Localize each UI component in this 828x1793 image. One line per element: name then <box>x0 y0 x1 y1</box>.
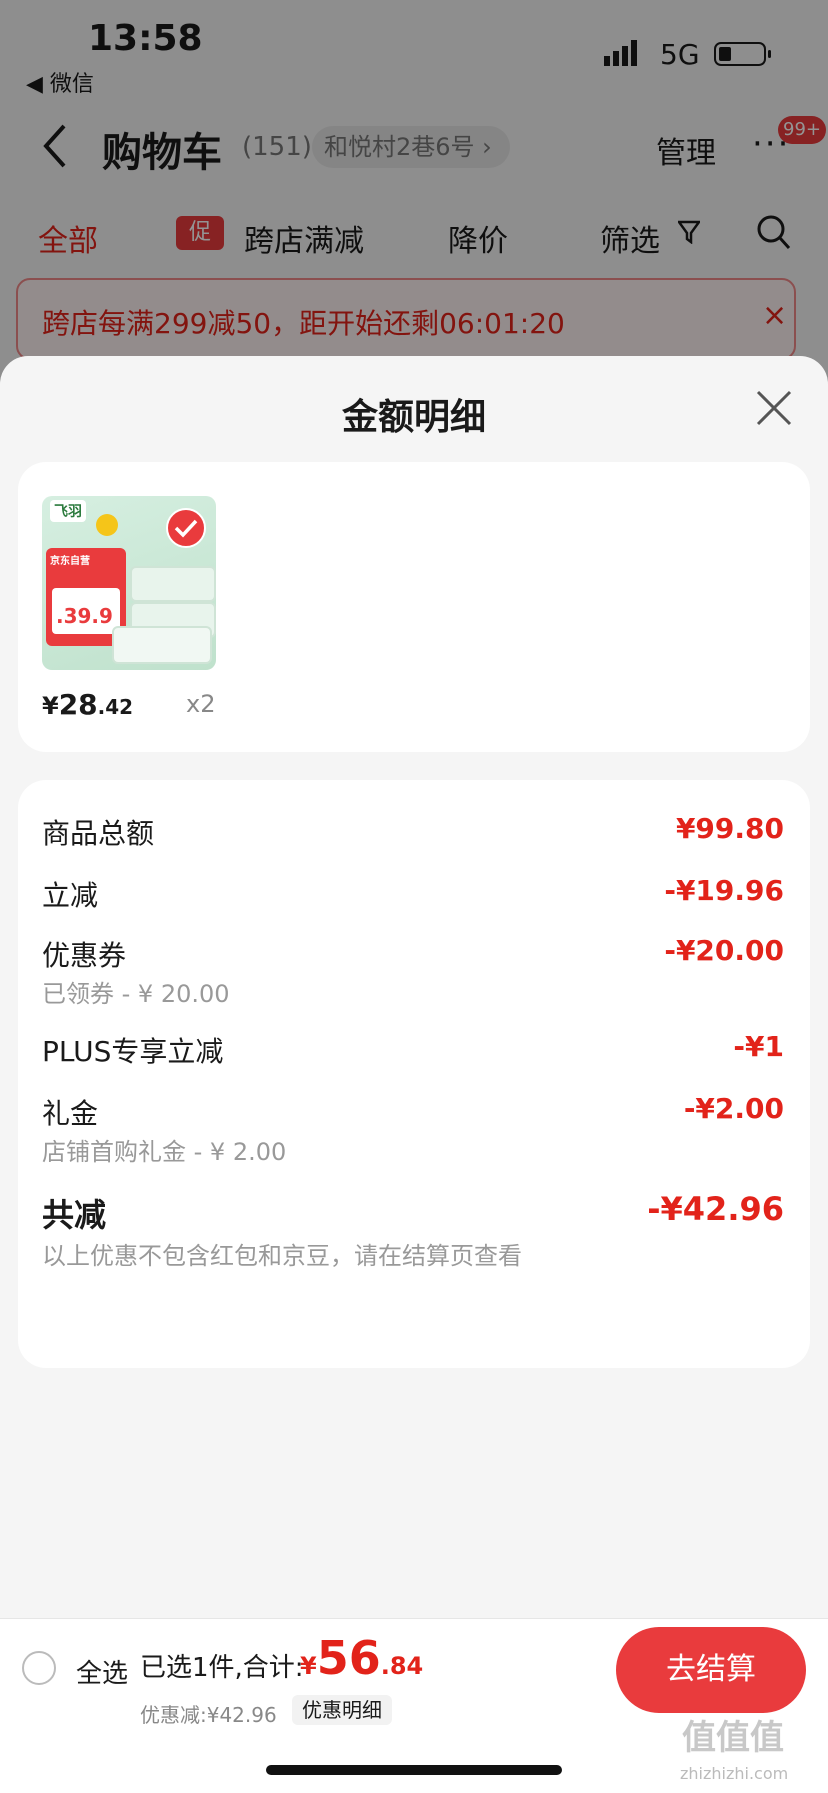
product-image[interactable]: 飞羽 京东自营 .39.9 <box>42 496 216 670</box>
watermark-logo: 值值值 <box>682 1718 784 1758</box>
total-amount: ¥56.84 <box>300 1631 423 1685</box>
detail-value: -¥2.00 <box>683 1092 784 1125</box>
total-decimal: .84 <box>380 1652 424 1680</box>
checked-icon[interactable] <box>166 508 206 548</box>
flower-decoration <box>96 514 118 536</box>
discount-summary: 优惠减:¥42.96 <box>140 1703 277 1727</box>
selected-info: 已选1件,合计: <box>140 1653 304 1683</box>
select-all-radio[interactable] <box>22 1651 56 1685</box>
amount-detail-sheet: 金额明细 飞羽 京东自营 .39.9 ¥28.42 x2 商品总额 ¥99.80… <box>0 356 828 1792</box>
product-price: ¥28.42 <box>42 688 133 721</box>
detail-label: 优惠券 <box>42 939 127 972</box>
detail-value: -¥1 <box>733 1030 784 1063</box>
discount-note: 以上优惠不包含红包和京豆，请在结算页查看 <box>42 1242 522 1270</box>
price-integer: 28 <box>58 688 98 721</box>
detail-value: -¥20.00 <box>664 934 784 967</box>
detail-subtext: 店铺首购礼金 - ¥ 2.00 <box>42 1138 287 1166</box>
product-quantity: x2 <box>186 690 216 718</box>
detail-label: 立减 <box>42 879 99 912</box>
detail-label: 礼金 <box>42 1097 99 1130</box>
sheet-title: 金额明细 <box>341 397 486 438</box>
product-image-price: .39.9 <box>56 604 113 628</box>
tissue-pack <box>130 566 216 602</box>
discount-detail-button[interactable]: 优惠明细 <box>292 1695 392 1725</box>
tissue-pack <box>112 626 212 664</box>
product-brand-logo: 飞羽 <box>50 500 86 522</box>
detail-label: 商品总额 <box>42 817 155 850</box>
total-symbol: ¥ <box>300 1652 317 1680</box>
total-integer: 56 <box>316 1631 381 1685</box>
home-indicator[interactable] <box>266 1765 562 1775</box>
detail-subtext: 已领券 - ¥ 20.00 <box>42 980 230 1008</box>
detail-label: PLUS专享立减 <box>42 1035 224 1068</box>
select-all-label[interactable]: 全选 <box>76 1653 128 1690</box>
checkout-button[interactable]: 去结算 <box>616 1627 806 1713</box>
total-discount-label: 共减 <box>42 1196 107 1234</box>
detail-value: ¥99.80 <box>675 812 784 845</box>
price-decimal: .42 <box>97 695 134 719</box>
watermark-url: zhizhizhi.com <box>680 1764 789 1783</box>
detail-value: -¥19.96 <box>664 874 784 907</box>
product-promo-top: 京东自营 <box>50 556 90 567</box>
close-icon[interactable] <box>752 386 796 430</box>
product-card: 飞羽 京东自营 .39.9 ¥28.42 x2 <box>18 462 810 752</box>
price-symbol: ¥ <box>42 692 59 720</box>
total-discount-value: -¥42.96 <box>647 1190 784 1228</box>
amount-detail-card: 商品总额 ¥99.80 立减 -¥19.96 优惠券 -¥20.00 已领券 -… <box>18 780 810 1368</box>
